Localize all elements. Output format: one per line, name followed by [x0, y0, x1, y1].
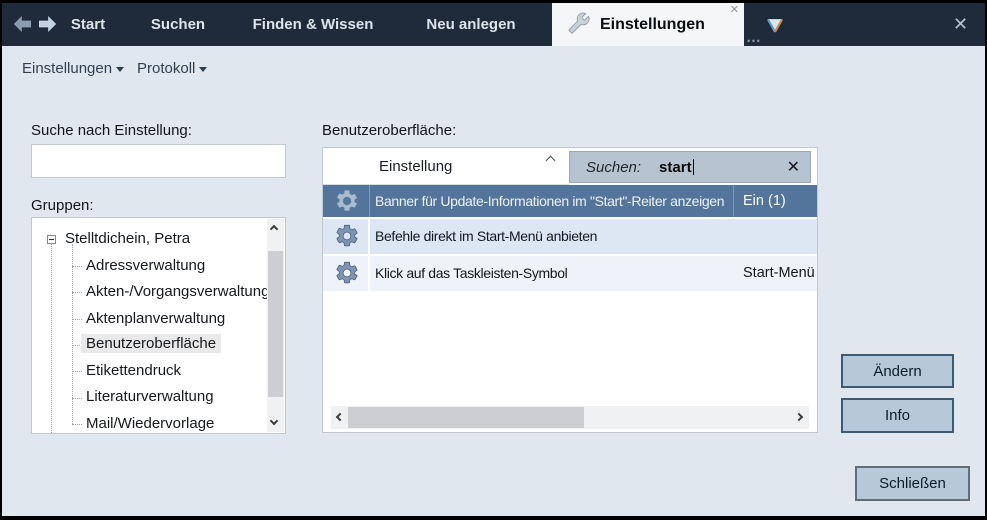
column-divider — [368, 256, 370, 291]
groups-label: Gruppen: — [31, 197, 94, 214]
tree-guide-line — [72, 319, 82, 320]
scroll-down-icon[interactable] — [270, 417, 278, 425]
table-h-scrollbar[interactable] — [331, 406, 809, 429]
setting-value: Start-Menü — [743, 256, 815, 291]
sort-ascending-icon[interactable] — [546, 156, 556, 166]
search-setting-input[interactable] — [31, 144, 286, 178]
overflow-ellipsis-icon[interactable]: … — [746, 29, 762, 46]
ribbon-tab-bar: Start Suchen Finden & Wissen Neu anlegen… — [2, 3, 985, 46]
column-divider — [733, 185, 734, 217]
scroll-right-icon[interactable] — [795, 413, 803, 421]
tree-item-akten-vorgang[interactable]: Akten-/Vorgangsverwaltung — [86, 283, 269, 300]
tree-item-mail-wiedervorlage[interactable]: Mail/Wiedervorlage — [86, 415, 214, 432]
wrench-icon — [568, 12, 590, 34]
setting-name: Banner für Update-Informationen im "Star… — [375, 185, 731, 217]
tree-item-benutzeroberflaeche-selected[interactable]: Benutzeroberfläche — [81, 334, 221, 353]
setting-value: Ein (1) — [743, 185, 786, 217]
tab-finden-wissen[interactable]: Finden & Wissen — [245, 3, 381, 46]
settings-window: Start Suchen Finden & Wissen Neu anlegen… — [0, 0, 987, 520]
tree-guide-line — [72, 244, 73, 424]
text-cursor — [693, 159, 695, 175]
table-search-label: Suchen: — [586, 159, 641, 176]
window-close-icon[interactable]: ✕ — [953, 14, 968, 35]
tree-guide-line — [72, 266, 82, 267]
tree-item-aktenplan[interactable]: Aktenplanverwaltung — [86, 310, 225, 327]
menu-protokoll-label: Protokoll — [137, 60, 195, 77]
tree-guide-line — [72, 371, 82, 372]
h-scrollbar-thumb[interactable] — [348, 407, 584, 428]
table-search-box[interactable]: Suchen: start ✕ — [569, 151, 811, 183]
chevron-down-icon — [199, 67, 207, 72]
tree-scrollbar[interactable] — [267, 219, 284, 432]
chevron-down-icon — [116, 67, 124, 72]
search-setting-label: Suche nach Einstellung: — [31, 122, 192, 139]
column-header-einstellung[interactable]: Einstellung — [379, 158, 452, 175]
tree-guide-line — [72, 292, 82, 293]
gear-icon — [334, 188, 360, 214]
gear-icon — [334, 260, 360, 286]
active-tab-label: Einstellungen — [600, 16, 705, 34]
tree-item-adressverwaltung[interactable]: Adressverwaltung — [86, 257, 205, 274]
table-row-taskleisten-symbol[interactable]: Klick auf das Taskleisten-Symbol Start-M… — [323, 256, 817, 291]
menu-einstellungen-label: Einstellungen — [22, 60, 112, 77]
tree-item-literaturverwaltung[interactable]: Literaturverwaltung — [86, 388, 214, 405]
tab-close-icon[interactable]: ✕ — [730, 3, 739, 17]
tab-suchen[interactable]: Suchen — [140, 3, 216, 46]
table-search-value[interactable]: start — [659, 159, 692, 176]
tab-einstellungen-active[interactable]: Einstellungen ✕ — [552, 3, 744, 46]
tree-scrollbar-thumb[interactable] — [268, 251, 283, 397]
panel-title: Benutzeroberfläche: — [322, 122, 456, 139]
settings-table: Einstellung Suchen: start ✕ Banner für U… — [322, 147, 818, 433]
setting-name: Befehle direkt im Start-Menü anbieten — [375, 219, 731, 254]
menu-protokoll[interactable]: Protokoll — [137, 60, 207, 77]
table-row-banner-update[interactable]: Banner für Update-Informationen im "Star… — [323, 185, 817, 217]
tree-root-item[interactable]: Stelltdichein, Petra — [65, 230, 190, 247]
tab-start[interactable]: Start — [60, 3, 116, 46]
schliessen-button[interactable]: Schließen — [855, 466, 970, 501]
tree-guide-line — [72, 424, 82, 425]
menu-einstellungen[interactable]: Einstellungen — [22, 60, 124, 77]
dropdown-triangle-icon[interactable] — [766, 18, 784, 33]
forward-arrow-icon[interactable] — [36, 16, 58, 32]
search-close-icon[interactable]: ✕ — [787, 157, 800, 177]
scroll-left-icon[interactable] — [336, 413, 344, 421]
tree-guide-line — [51, 244, 52, 433]
gear-icon — [334, 223, 360, 249]
scroll-up-icon[interactable] — [270, 225, 278, 233]
back-arrow-icon[interactable] — [12, 16, 34, 32]
column-divider — [368, 219, 370, 254]
aendern-button[interactable]: Ändern — [841, 354, 954, 388]
tab-neu-anlegen[interactable]: Neu anlegen — [405, 3, 537, 46]
setting-name: Klick auf das Taskleisten-Symbol — [375, 256, 731, 291]
tree-guide-line — [72, 398, 82, 399]
window-frame: Start Suchen Finden & Wissen Neu anlegen… — [2, 3, 985, 516]
groups-tree: Stelltdichein, Petra Adressverwaltung Ak… — [31, 217, 286, 434]
column-divider — [369, 185, 370, 217]
tree-collapse-icon[interactable] — [47, 235, 56, 244]
tree-item-etikettendruck[interactable]: Etikettendruck — [86, 362, 181, 379]
info-button[interactable]: Info — [841, 398, 954, 433]
table-row-befehle-startmenu[interactable]: Befehle direkt im Start-Menü anbieten — [323, 219, 817, 254]
